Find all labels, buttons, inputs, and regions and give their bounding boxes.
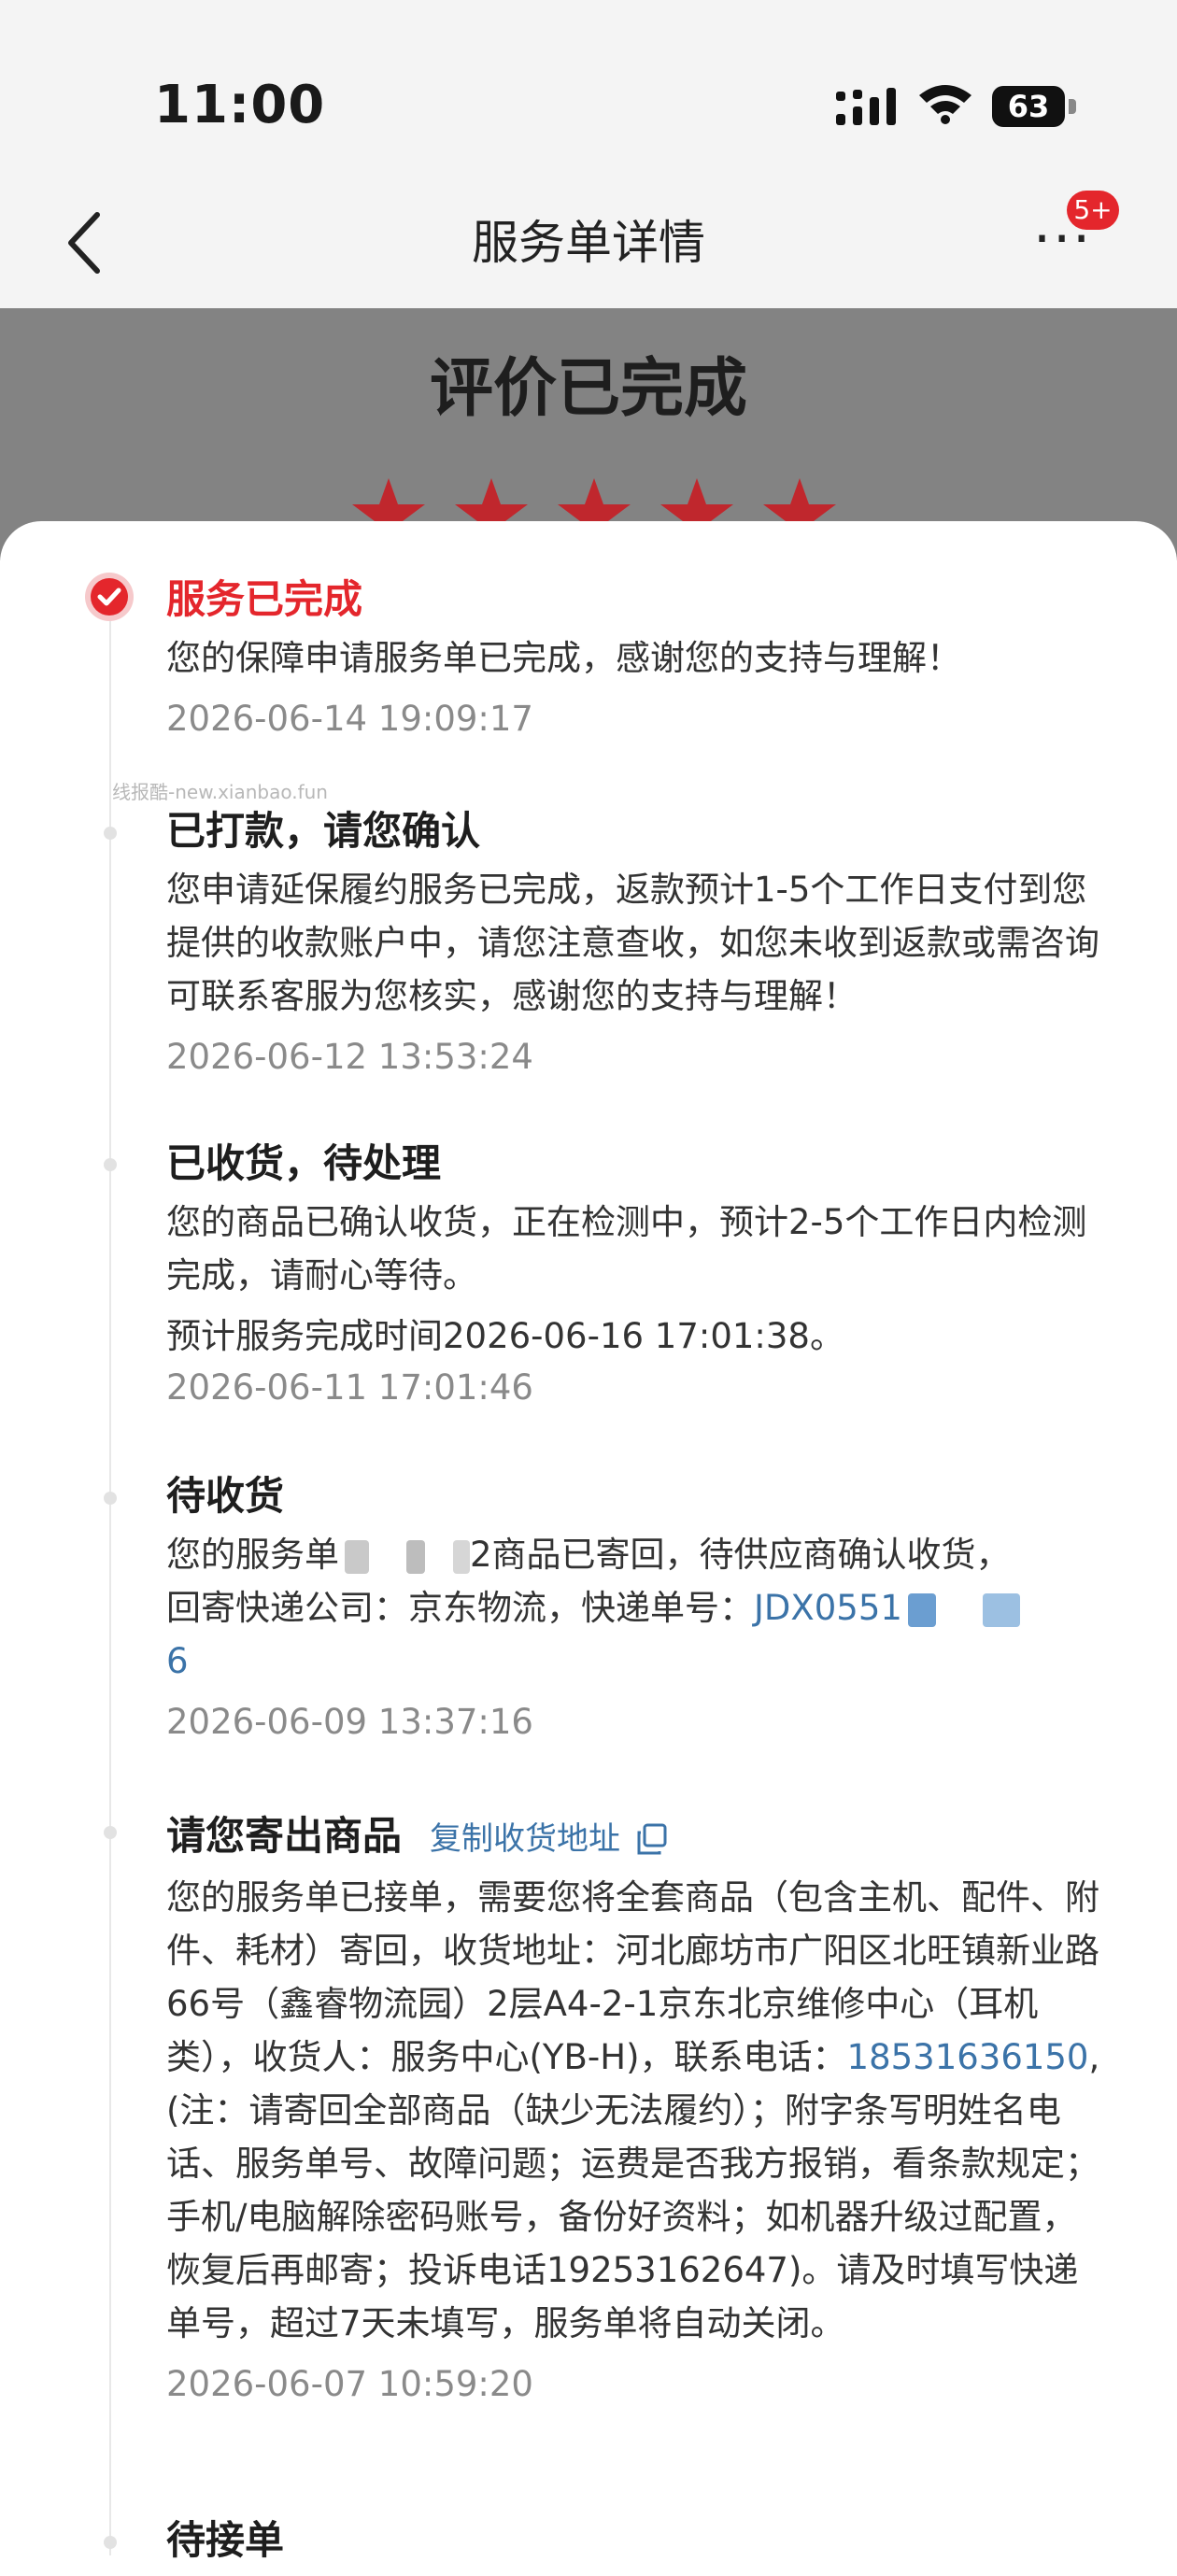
wifi-icon: [919, 85, 971, 124]
copy-address-button[interactable]: 复制收货地址: [430, 1813, 669, 1865]
desc-text: 回寄快递公司：京东物流，快递单号：: [166, 1588, 754, 1628]
desc-text: 2商品已寄回，待供应商确认收货，: [470, 1535, 1011, 1575]
battery-icon: 63: [992, 86, 1076, 127]
desc-text: ,(注：请寄回全部商品（缺少无法履约）；附字条写明姓名电话、服务单号、故障问题；…: [166, 2036, 1100, 2343]
redacted-block: [907, 1592, 936, 1627]
timeline-item-title: 已收货，待处理: [166, 1140, 442, 1186]
timeline-item-time: 2026-06-12 13:53:24: [166, 1037, 533, 1077]
timeline-item-time: 2026-06-14 19:09:17: [166, 699, 533, 739]
timeline-item-title: 服务已完成: [166, 576, 363, 622]
tracking-number-link[interactable]: JDX0551: [754, 1588, 902, 1628]
timeline-item-desc: 您的商品已确认收货，正在检测中，预计2-5个工作日内检测完成，请耐心等待。: [166, 1202, 1087, 1295]
copy-address-label: 复制收货地址: [430, 1819, 621, 1858]
timeline-dot: [104, 1826, 117, 1839]
status-bar: 11:00 63: [0, 0, 1177, 177]
redacted-block: [406, 1539, 425, 1574]
watermark: 线报酷-new.xianbao.fun: [112, 781, 328, 803]
banner-title: 评价已完成: [429, 352, 747, 426]
timeline-dot: [104, 827, 117, 840]
timeline-item-title-row: 请您寄出商品 复制收货地址: [166, 1810, 1110, 1865]
timeline-dot: [104, 2536, 117, 2549]
timeline-item-title: 请您寄出商品: [166, 1813, 403, 1859]
timeline-item-time: 2026-06-07 10:59:20: [166, 2363, 533, 2404]
more-dots-icon[interactable]: ···: [1033, 211, 1095, 267]
timeline-item: 待接单: [166, 2514, 1110, 2567]
timeline-item-title: 已打款，请您确认: [166, 808, 481, 854]
page-title: 服务单详情: [472, 216, 705, 270]
timeline-dot: [104, 1158, 117, 1171]
redacted-block: [982, 1592, 1020, 1627]
redacted-block: [453, 1539, 470, 1574]
tracking-number-link-end[interactable]: 6: [166, 1641, 189, 1681]
timeline-item: 已收货，待处理 您的商品已确认收货，正在检测中，预计2-5个工作日内检测完成，请…: [166, 1138, 1110, 1413]
cellular-signal-icon: [836, 88, 896, 125]
notification-badge: 5+: [1067, 191, 1119, 230]
timeline-item-desc: 您的保障申请服务单已完成，感谢您的支持与理解！: [166, 638, 961, 678]
timeline-item: 请您寄出商品 复制收货地址 您的服务单已接单，需要您将全套商品（包含主机、配件、附…: [166, 1810, 1110, 2410]
timeline-item-title: 待收货: [166, 1473, 285, 1519]
timeline-item-desc: 您的服务单 2商品已寄回，待供应商确认收货， 回寄快递公司：京东物流，快递单号：J…: [166, 1528, 1110, 1688]
redacted-block: [345, 1539, 369, 1574]
timeline-item: 待收货 您的服务单 2商品已寄回，待供应商确认收货， 回寄快递公司：京东物流，快递…: [166, 1470, 1110, 1748]
timeline-item-desc: 您申请延保履约服务已完成，返款预计1-5个工作日支付到您提供的收款账户中，请您注…: [166, 870, 1099, 1016]
copy-icon: [637, 1823, 667, 1855]
timeline-item-title: 待接单: [166, 2517, 285, 2563]
timeline-item-time: 2026-06-09 13:37:16: [166, 1702, 533, 1742]
status-time: 11:00: [154, 75, 326, 135]
timeline-item-estimate: 预计服务完成时间2026-06-16 17:01:38。: [166, 1316, 844, 1356]
timeline-item: 已打款，请您确认 您申请延保履约服务已完成，返款预计1-5个工作日支付到您提供的…: [166, 805, 1110, 1083]
timeline-item: 服务已完成 您的保障申请服务单已完成，感谢您的支持与理解！ 2026-06-14…: [166, 573, 1110, 744]
desc-text: 您的服务单: [166, 1535, 339, 1575]
timeline-dot: [104, 1492, 117, 1505]
timeline-item-time: 2026-06-11 17:01:46: [166, 1367, 533, 1408]
battery-level: 63: [992, 86, 1065, 127]
timeline-item-desc: 您的服务单已接单，需要您将全套商品（包含主机、配件、附件、耗材）寄回，收货地址：…: [166, 1871, 1110, 2350]
phone-number-link[interactable]: 18531636150: [847, 2037, 1089, 2077]
nav-bar: 服务单详情 ··· 5+: [0, 177, 1177, 308]
check-circle-icon: [85, 573, 134, 621]
timeline-line: [109, 616, 111, 2555]
